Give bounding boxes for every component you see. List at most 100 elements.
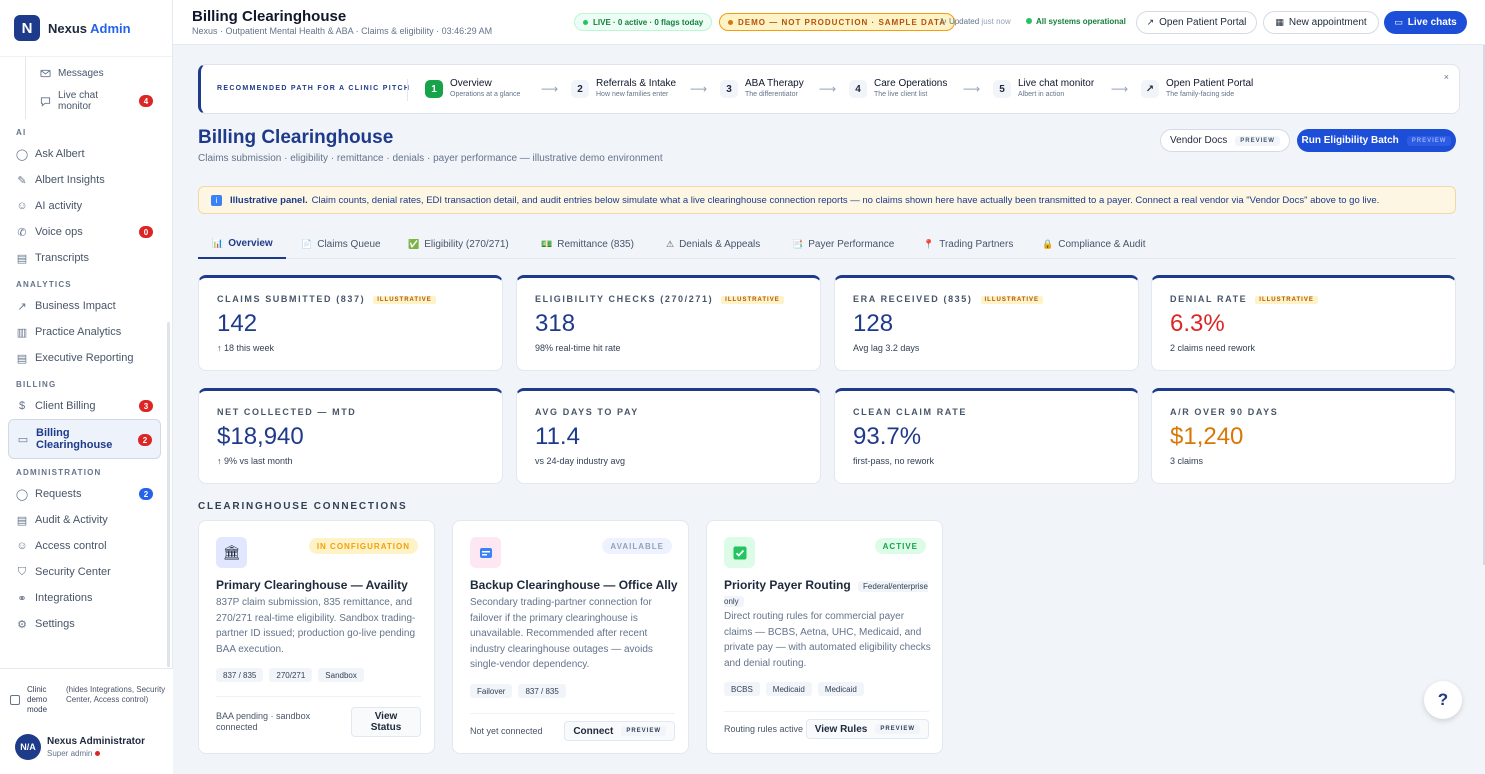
sidebar-item-access-control[interactable]: ☺ Access control: [0, 533, 173, 559]
path-step[interactable]: 4 Care Operations The live client list: [849, 77, 979, 103]
section-heading: CLEARINGHOUSE CONNECTIONS: [198, 501, 408, 512]
sidebar-item-label: Settings: [35, 618, 75, 630]
tab-label: Eligibility (270/271): [424, 239, 509, 250]
illustrative-banner: i Illustrative panel. Claim counts, deni…: [198, 186, 1456, 214]
path-step[interactable]: 5 Live chat monitor Albert in action: [993, 77, 1123, 103]
sidebar-item-label: AI activity: [35, 200, 83, 212]
tab-denials-appeals[interactable]: ⚠ Denials & Appeals: [666, 230, 760, 259]
recommended-path-bar: RECOMMENDED PATH FOR A CLINIC PITCH 1 Ov…: [198, 64, 1460, 114]
path-step[interactable]: 2 Referrals & Intake How new families en…: [571, 77, 701, 103]
close-icon[interactable]: ×: [1444, 72, 1449, 82]
sidebar-item-ai-activity[interactable]: ☺ AI activity: [0, 193, 173, 219]
sidebar-item-albert-insights[interactable]: ✎ Albert Insights: [0, 167, 173, 193]
sidebar-item-live-chat-monitor[interactable]: Live chat monitor 4: [0, 85, 173, 117]
chat-bubble-icon: ◯: [15, 488, 29, 501]
kpi-card: CLAIMS SUBMITTED (837) ILLUSTRATIVE 142 ↑…: [198, 275, 503, 371]
view-rules-button[interactable]: View Rules PREVIEW: [805, 719, 929, 739]
tab-icon: 🔒: [1042, 239, 1054, 249]
sidebar-item-requests[interactable]: ◯ Requests 2: [0, 481, 173, 507]
sidebar-item-audit-activity[interactable]: ▤ Audit & Activity: [0, 507, 173, 533]
section-label: ADMINISTRATION: [16, 468, 102, 477]
step-title: Care Operations: [874, 78, 948, 89]
connection-card-availity: 🏛 IN CONFIGURATION Primary Clearinghouse…: [198, 520, 435, 754]
sidebar-item-voice-ops[interactable]: ✆ Voice ops 0: [0, 219, 173, 245]
live-chats-button[interactable]: ▭ Live chats: [1384, 11, 1467, 34]
demo-mode-checkbox[interactable]: [10, 695, 20, 705]
sidebar-item-transcripts[interactable]: ▤ Transcripts: [0, 245, 173, 271]
tag-chip: Medicaid: [817, 682, 864, 696]
sidebar-item-label: Albert Insights: [35, 174, 105, 186]
tag-chip: Medicaid: [765, 682, 812, 696]
link-icon: ⚭: [17, 592, 27, 605]
tab-label: Claims Queue: [317, 239, 381, 250]
sidebar-item-label: Business Impact: [35, 300, 116, 312]
sidebar-item-security-center[interactable]: ⛉ Security Center: [0, 559, 173, 585]
illustrative-tag: ILLUSTRATIVE: [1255, 295, 1318, 304]
demo-pill: DEMO — NOT PRODUCTION · SAMPLE DATA: [719, 13, 956, 31]
user-profile[interactable]: N/A Nexus Administrator Super admin: [15, 734, 165, 760]
path-step[interactable]: ↗ Open Patient Portal The family-facing …: [1141, 77, 1271, 103]
kpi-label: ERA RECEIVED (835) ILLUSTRATIVE: [853, 294, 1044, 304]
connect-button[interactable]: Connect PREVIEW: [564, 721, 675, 741]
step-subtitle: Albert in action: [1018, 91, 1065, 98]
tag-chip: 837 / 835: [518, 684, 566, 698]
tag-chip: Sandbox: [318, 668, 364, 682]
sidebar-item-business-impact[interactable]: ↗ Business Impact: [0, 293, 173, 319]
tab-bar: 📊 Overview 📄 Claims Queue ✅ Eligibility (270/…: [198, 230, 1456, 259]
open-patient-portal-button[interactable]: ↗ Open Patient Portal: [1136, 11, 1257, 34]
tab-eligibility-270-271[interactable]: ✅ Eligibility (270/271): [408, 230, 509, 259]
tab-claims-queue[interactable]: 📄 Claims Queue: [301, 230, 381, 259]
status-badge: IN CONFIGURATION: [308, 538, 418, 554]
tab-trading-partners[interactable]: 📍 Trading Partners: [923, 230, 1013, 259]
kpi-label: CLEAN CLAIM RATE: [853, 407, 967, 417]
sidebar-item-executive-reporting[interactable]: ▤ Executive Reporting: [0, 345, 173, 371]
server-icon: [470, 537, 501, 568]
banner-title: Illustrative panel.: [230, 194, 308, 206]
chat-bubble-icon: ◯: [15, 148, 29, 161]
view-status-button[interactable]: View Status: [351, 707, 421, 737]
path-step[interactable]: 1 Overview Operations at a glance: [425, 77, 555, 103]
updated-indicator: ↻ Updated just now: [940, 17, 1011, 26]
tab-payer-performance[interactable]: 📑 Payer Performance: [792, 230, 894, 259]
illustrative-tag: ILLUSTRATIVE: [373, 295, 436, 304]
card-footer: BAA pending · sandbox connected View Sta…: [216, 696, 421, 741]
step-title: Open Patient Portal: [1166, 78, 1254, 89]
kpi-card: A/R OVER 90 DAYS $1,240 3 claims: [1151, 388, 1456, 484]
tab-compliance-audit[interactable]: 🔒 Compliance & Audit: [1042, 230, 1146, 259]
sidebar-item-billing-clearinghouse[interactable]: ▭ Billing Clearinghouse 2: [8, 419, 161, 459]
kpi-subtext: vs 24-day industry avg: [535, 456, 626, 466]
kpi-card: ELIGIBILITY CHECKS (270/271) ILLUSTRATIVE…: [516, 275, 821, 371]
kpi-label: A/R OVER 90 DAYS: [1170, 407, 1279, 417]
new-appointment-button[interactable]: ▦ New appointment: [1263, 11, 1379, 34]
sidebar-item-settings[interactable]: ⚙ Settings: [0, 611, 173, 637]
tab-remittance-835[interactable]: 💵 Remittance (835): [541, 230, 634, 259]
connection-card-priority-routing: ACTIVE Priority Payer Routing Federal/en…: [706, 520, 943, 754]
path-label: RECOMMENDED PATH FOR A CLINIC PITCH: [217, 85, 411, 92]
kpi-card: ERA RECEIVED (835) ILLUSTRATIVE 128 Avg l…: [834, 275, 1139, 371]
tab-icon: 📄: [301, 239, 313, 249]
arrow-right-icon: ⟶: [819, 82, 837, 96]
sidebar-item-label: Ask Albert: [35, 148, 85, 160]
arrow-right-icon: ⟶: [1111, 82, 1129, 96]
vendor-docs-button[interactable]: Vendor Docs PREVIEW: [1160, 129, 1290, 152]
tab-label: Overview: [228, 238, 273, 249]
kpi-subtext: 2 claims need rework: [1170, 343, 1256, 353]
sidebar-scrollbar[interactable]: [167, 322, 170, 667]
run-eligibility-batch-button[interactable]: Run Eligibility Batch PREVIEW: [1297, 129, 1456, 152]
sidebar-item-integrations[interactable]: ⚭ Integrations: [0, 585, 173, 611]
pen-icon: ✎: [17, 174, 27, 187]
sidebar-item-ask-albert[interactable]: ◯ Ask Albert: [0, 141, 173, 167]
count-badge: 2: [139, 488, 153, 500]
sidebar-item-client-billing[interactable]: $ Client Billing 3: [0, 393, 173, 419]
gear-icon: ⚙: [17, 618, 27, 631]
tab-icon: ✅: [408, 239, 420, 249]
demo-mode-toggle[interactable]: Clinic demo mode (hides Integrations, Se…: [10, 683, 165, 721]
topbar: Billing Clearinghouse Nexus · Outpatient…: [173, 0, 1485, 45]
sidebar-item-messages[interactable]: Messages: [0, 60, 173, 86]
logo-icon[interactable]: N: [14, 15, 40, 41]
sidebar-item-practice-analytics[interactable]: ▥ Practice Analytics: [0, 319, 173, 345]
status-badge: ACTIVE: [874, 538, 926, 554]
help-button[interactable]: ?: [1424, 681, 1462, 719]
tab-overview[interactable]: 📊 Overview: [198, 230, 286, 259]
illustrative-tag: ILLUSTRATIVE: [721, 295, 784, 304]
